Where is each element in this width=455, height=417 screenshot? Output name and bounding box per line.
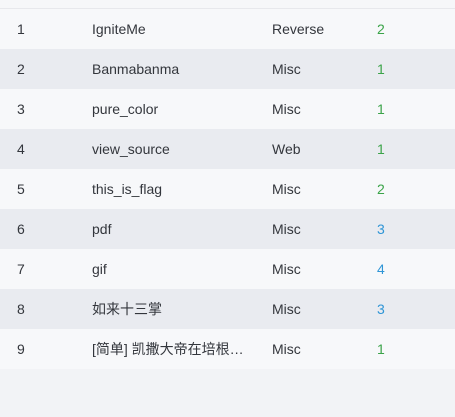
challenge-table: 1 IgniteMe Reverse 2 2 Banmabanma Misc 1… xyxy=(0,0,455,417)
challenge-name[interactable]: this_is_flag xyxy=(92,169,248,209)
challenge-category: Misc xyxy=(272,61,301,77)
challenge-score: 1 xyxy=(377,101,385,117)
table-bottom-space xyxy=(0,369,455,417)
challenge-score: 3 xyxy=(377,221,385,237)
challenge-category: Web xyxy=(272,141,301,157)
challenge-category: Misc xyxy=(272,221,301,237)
challenge-name[interactable]: view_source xyxy=(92,129,248,169)
row-number: 6 xyxy=(17,221,25,237)
challenge-category: Misc xyxy=(272,101,301,117)
table-row[interactable]: 9 [简单] 凯撒大帝在培根… Misc 1 xyxy=(0,329,455,369)
row-number: 1 xyxy=(17,21,25,37)
row-number: 7 xyxy=(17,261,25,277)
challenge-score: 1 xyxy=(377,61,385,77)
challenge-name[interactable]: Banmabanma xyxy=(92,49,248,89)
challenge-score: 1 xyxy=(377,341,385,357)
challenge-name[interactable]: [简单] 凯撒大帝在培根… xyxy=(92,329,248,369)
challenge-name[interactable]: IgniteMe xyxy=(92,9,248,49)
challenge-score: 3 xyxy=(377,301,385,317)
table-top-edge xyxy=(0,0,455,9)
challenge-category: Misc xyxy=(272,261,301,277)
table-row[interactable]: 1 IgniteMe Reverse 2 xyxy=(0,9,455,49)
row-number: 8 xyxy=(17,301,25,317)
challenge-category: Misc xyxy=(272,181,301,197)
table-row[interactable]: 8 如来十三掌 Misc 3 xyxy=(0,289,455,329)
row-number: 4 xyxy=(17,141,25,157)
challenge-category: Reverse xyxy=(272,21,325,37)
table-row[interactable]: 6 pdf Misc 3 xyxy=(0,209,455,249)
table-row[interactable]: 7 gif Misc 4 xyxy=(0,249,455,289)
row-number: 5 xyxy=(17,181,25,197)
challenge-category: Misc xyxy=(272,341,301,357)
row-number: 9 xyxy=(17,341,25,357)
challenge-score: 2 xyxy=(377,181,385,197)
challenge-score: 1 xyxy=(377,141,385,157)
table-row[interactable]: 5 this_is_flag Misc 2 xyxy=(0,169,455,209)
challenge-score: 4 xyxy=(377,261,385,277)
row-number: 2 xyxy=(17,61,25,77)
challenge-name[interactable]: pure_color xyxy=(92,89,248,129)
table-row[interactable]: 3 pure_color Misc 1 xyxy=(0,89,455,129)
challenge-name[interactable]: gif xyxy=(92,249,248,289)
challenge-category: Misc xyxy=(272,301,301,317)
table-row[interactable]: 2 Banmabanma Misc 1 xyxy=(0,49,455,89)
row-number: 3 xyxy=(17,101,25,117)
challenge-name[interactable]: 如来十三掌 xyxy=(92,289,248,329)
challenge-score: 2 xyxy=(377,21,385,37)
table-row[interactable]: 4 view_source Web 1 xyxy=(0,129,455,169)
challenge-name[interactable]: pdf xyxy=(92,209,248,249)
